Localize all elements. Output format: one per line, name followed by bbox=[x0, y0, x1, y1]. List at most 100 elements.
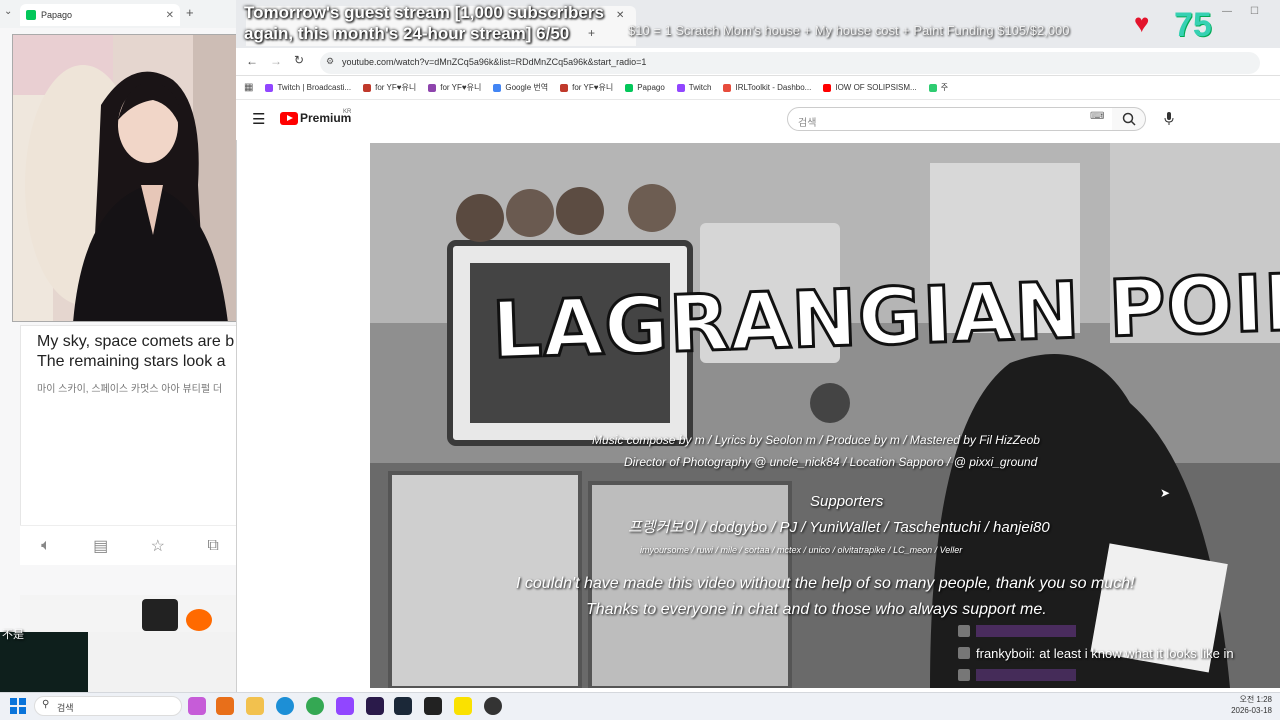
chat-badge-icon bbox=[958, 647, 970, 659]
bookmark-favicon-icon bbox=[560, 83, 569, 92]
close-icon[interactable]: ✕ bbox=[616, 10, 624, 21]
bookmark-favicon-icon bbox=[363, 83, 372, 92]
bookmark-favicon-icon bbox=[723, 83, 732, 92]
bookmark-label: IOW OF SOLIPSISM... bbox=[835, 83, 917, 92]
youtube-logo-icon[interactable] bbox=[280, 112, 298, 125]
ad-logo-icon bbox=[186, 609, 212, 631]
app-icon[interactable] bbox=[484, 697, 502, 715]
chat-username: frankyboii: bbox=[976, 645, 1036, 661]
edge-icon[interactable] bbox=[276, 697, 294, 715]
back-icon[interactable]: ← bbox=[246, 54, 258, 68]
clock-date: 2026-03-18 bbox=[1231, 706, 1272, 715]
cursor-icon: ➤ bbox=[1160, 486, 1171, 500]
tab-papago[interactable]: Papago ✕ bbox=[20, 4, 180, 26]
chat-message bbox=[958, 664, 1278, 686]
bookmark-3[interactable]: Google 번역 bbox=[493, 82, 548, 93]
obs-icon[interactable] bbox=[424, 697, 442, 715]
bookmark-label: Google 번역 bbox=[505, 83, 549, 92]
bookmark-label: for YF♥유니 bbox=[440, 83, 482, 92]
tab-papago-label: Papago bbox=[41, 10, 73, 20]
region-label: KR bbox=[343, 109, 352, 115]
supporters-small-list: imyoursome / ruwi / mile / sortaa / mcte… bbox=[640, 545, 963, 555]
app-icon[interactable] bbox=[366, 697, 384, 715]
tab-list-chevron-icon[interactable]: ⌄ bbox=[4, 6, 12, 17]
system-clock[interactable]: 오전 1:28 2026-03-18 bbox=[1212, 694, 1272, 716]
bookmark-6[interactable]: Twitch bbox=[676, 83, 711, 92]
keyboard-icon[interactable]: ⌨ bbox=[1090, 111, 1104, 122]
pronunciation-text: 마이 스카이, 스페이스 카멋스 아아 뷰티펄 더 bbox=[37, 384, 223, 395]
taskbar-search-input[interactable]: 검색 bbox=[34, 696, 182, 716]
video-player[interactable]: LAGRANGIAN POINT Music compose by m / Ly… bbox=[370, 143, 1280, 688]
chat-text: at least i know what it looks like in bbox=[1039, 645, 1234, 661]
site-info-icon[interactable]: ⚙ bbox=[326, 56, 334, 67]
new-tab-icon[interactable]: + bbox=[186, 5, 194, 20]
bookmark-label: IRLToolkit - Dashbo... bbox=[735, 83, 812, 92]
bookmark-label: Twitch | Broadcasti... bbox=[277, 83, 352, 92]
supporters-heading: Supporters bbox=[810, 493, 884, 510]
bookmark-label: for YF♥유니 bbox=[375, 83, 417, 92]
bookmark-0[interactable]: Twitch | Broadcasti... bbox=[265, 83, 351, 92]
hamburger-menu-icon[interactable]: ☰ bbox=[252, 110, 265, 128]
bottom-left-thumbnail: 不是 bbox=[0, 629, 240, 692]
bottom-label: 不是 bbox=[2, 629, 24, 641]
steam-icon[interactable] bbox=[394, 697, 412, 715]
funding-overlay-text: $10 = 1 Scratch Mom's house + My house c… bbox=[628, 23, 1070, 38]
supporters-list: 프렝커보이 / dodgybo / PJ / YuniWallet / Tasc… bbox=[628, 519, 1050, 536]
webcam-overlay bbox=[12, 34, 240, 322]
url-input[interactable]: youtube.com/watch?v=dMnZCq5a96k&list=RDd… bbox=[320, 52, 1260, 74]
bookmark-favicon-icon bbox=[428, 83, 437, 92]
file-explorer-icon[interactable] bbox=[246, 697, 264, 715]
bookmark-label: 주 bbox=[940, 83, 949, 92]
apps-grid-icon[interactable]: ▦ bbox=[244, 82, 253, 93]
chat-message bbox=[958, 620, 1278, 642]
chrome-icon[interactable] bbox=[306, 697, 324, 715]
speaker-icon[interactable]: 🔈︎ bbox=[41, 537, 51, 555]
bookmark-4[interactable]: for YF♥유니 bbox=[560, 82, 613, 93]
bookmark-label: Papago bbox=[637, 83, 665, 92]
dictionary-icon[interactable]: ▤ bbox=[93, 536, 108, 556]
reload-icon[interactable]: ↻ bbox=[294, 53, 304, 67]
star-icon[interactable]: ☆ bbox=[151, 536, 165, 556]
bookmark-1[interactable]: for YF♥유니 bbox=[363, 82, 416, 93]
bookmarks-bar: ▦ Twitch | Broadcasti... for YF♥유니 for Y… bbox=[236, 76, 1280, 100]
clock-time: 오전 1:28 bbox=[1239, 695, 1272, 704]
translation-line-1: My sky, space comets are b bbox=[37, 333, 235, 350]
translation-line-2: The remaining stars look a bbox=[37, 353, 226, 370]
mic-icon[interactable] bbox=[1160, 108, 1178, 130]
thanks-line-2: Thanks to everyone in chat and to those … bbox=[586, 601, 1047, 618]
chat-username bbox=[976, 625, 1076, 637]
kakaotalk-icon[interactable] bbox=[454, 697, 472, 715]
search-button[interactable] bbox=[1112, 107, 1146, 131]
heart-counter: 75 bbox=[1174, 6, 1212, 44]
bookmark-favicon-icon bbox=[823, 83, 832, 92]
search-icon bbox=[1122, 112, 1136, 126]
new-tab-icon[interactable]: + bbox=[588, 26, 595, 40]
magnifier-app-icon[interactable] bbox=[216, 697, 234, 715]
maximize-icon[interactable]: ☐ bbox=[1250, 6, 1259, 17]
chat-badge-icon bbox=[958, 669, 970, 681]
forward-icon[interactable]: → bbox=[270, 54, 282, 68]
bookmark-7[interactable]: IRLToolkit - Dashbo... bbox=[723, 83, 811, 92]
stream-title-line-2: again, this month's 24-hour stream] 6/50 bbox=[244, 24, 570, 43]
close-icon[interactable]: ✕ bbox=[166, 10, 174, 21]
search-input[interactable]: 검색 bbox=[787, 107, 1113, 131]
bookmark-5[interactable]: Papago bbox=[625, 83, 665, 92]
ad-image bbox=[142, 599, 178, 631]
bookmark-favicon-icon bbox=[625, 83, 634, 92]
papago-icon bbox=[26, 10, 36, 20]
minimize-icon[interactable]: — bbox=[1222, 6, 1232, 17]
stream-title-line-1: Tomorrow's guest stream [1,000 subscribe… bbox=[244, 3, 604, 22]
twitch-icon[interactable] bbox=[336, 697, 354, 715]
bookmark-8[interactable]: IOW OF SOLIPSISM... bbox=[823, 83, 917, 92]
ad-banner[interactable] bbox=[20, 595, 240, 633]
chat-overlay: frankyboii: at least i know what it look… bbox=[958, 620, 1278, 692]
bookmark-9[interactable]: 주 bbox=[928, 82, 949, 93]
papago-toolbar: 🔈︎ ▤ ☆ ⧉ bbox=[20, 525, 240, 565]
bookmark-2[interactable]: for YF♥유니 bbox=[428, 82, 481, 93]
share-icon[interactable]: ⧉ bbox=[207, 537, 218, 555]
windows-start-icon[interactable] bbox=[10, 698, 26, 714]
copilot-icon[interactable] bbox=[188, 697, 206, 715]
bookmark-favicon-icon bbox=[676, 83, 685, 92]
bookmark-favicon-icon bbox=[265, 83, 274, 92]
thumb-blank bbox=[88, 632, 240, 692]
